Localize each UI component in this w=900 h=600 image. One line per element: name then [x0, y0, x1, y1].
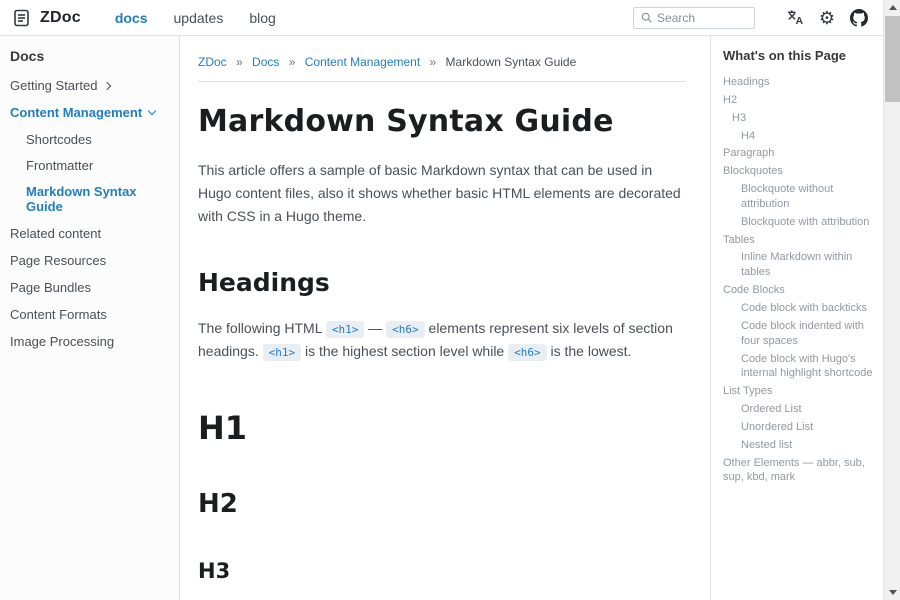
inline-code-h1: <h1> [263, 344, 302, 361]
breadcrumb-link-docs[interactable]: Docs [252, 55, 279, 69]
sidebar-item-frontmatter[interactable]: Frontmatter [26, 158, 169, 173]
topbar: ZDoc docs updates blog A ⚙ [0, 0, 883, 36]
page-layout: Docs Getting Started Content Management … [0, 36, 883, 600]
toc-item[interactable]: Blockquotes [723, 164, 875, 179]
toc-item[interactable]: Code block indented with four spaces [723, 319, 875, 349]
paragraph-text: — [364, 320, 386, 336]
toc-item[interactable]: Code Blocks [723, 283, 875, 298]
breadcrumb: ZDoc » Docs » Content Management » Markd… [198, 55, 686, 69]
toc-panel: What's on this Page Headings H2 H3 H4 Pa… [710, 36, 883, 600]
scrollbar[interactable] [883, 0, 900, 600]
breadcrumb-current: Markdown Syntax Guide [446, 55, 577, 69]
docs-sidebar: Docs Getting Started Content Management … [0, 36, 180, 600]
sidebar-list: Getting Started Content Management Short… [10, 78, 169, 349]
paragraph-text: is the highest section level while [301, 343, 508, 359]
translate-icon[interactable]: A [783, 6, 807, 30]
toc-item[interactable]: Paragraph [723, 146, 875, 161]
toc-item[interactable]: Blockquote with attribution [723, 215, 875, 230]
app-window: ZDoc docs updates blog A ⚙ [0, 0, 900, 600]
toc-item[interactable]: Other Elements — abbr, sub, sup, kbd, ma… [723, 456, 875, 486]
headings-section-title: Headings [198, 268, 686, 297]
inline-code-h1: <h1> [326, 321, 365, 338]
logo-icon[interactable] [12, 8, 32, 28]
page-title: Markdown Syntax Guide [198, 104, 686, 139]
brand-title[interactable]: ZDoc [40, 9, 81, 27]
chevron-down-icon [148, 107, 156, 115]
sidebar-item-content-management[interactable]: Content Management [10, 105, 169, 120]
breadcrumb-separator: » [236, 55, 243, 69]
paragraph-text: The following HTML [198, 320, 326, 336]
sidebar-item-shortcodes[interactable]: Shortcodes [26, 132, 169, 147]
headings-paragraph: The following HTML <h1> — <h6> elements … [198, 317, 686, 363]
sidebar-title: Docs [10, 48, 169, 64]
toc-title: What's on this Page [723, 48, 875, 63]
breadcrumb-separator: » [430, 55, 437, 69]
main-nav: docs updates blog [115, 10, 276, 26]
toc-item[interactable]: List Types [723, 384, 875, 399]
toc-item[interactable]: H2 [723, 93, 875, 108]
breadcrumb-link-zdoc[interactable]: ZDoc [198, 55, 227, 69]
scroll-up-arrow[interactable] [884, 0, 900, 15]
sidebar-item-content-formats[interactable]: Content Formats [10, 307, 169, 322]
search-icon [641, 11, 652, 24]
toc-list: Headings H2 H3 H4 Paragraph Blockquotes … [723, 75, 875, 485]
toc-item[interactable]: Code block with backticks [723, 301, 875, 316]
sidebar-item-markdown-syntax-guide[interactable]: Markdown Syntax Guide [26, 184, 169, 214]
breadcrumb-link-content-management[interactable]: Content Management [305, 55, 420, 69]
chevron-right-icon [103, 81, 111, 89]
svg-text:A: A [795, 16, 803, 27]
scrollbar-thumb[interactable] [885, 16, 900, 102]
heading-samples: H1 H2 H3 H4 H5 H6 [198, 409, 686, 600]
breadcrumb-separator: » [289, 55, 296, 69]
toc-item[interactable]: Blockquote without attribution [723, 182, 875, 212]
sidebar-item-page-bundles[interactable]: Page Bundles [10, 280, 169, 295]
github-icon[interactable] [847, 6, 871, 30]
toc-item[interactable]: Inline Markdown within tables [723, 250, 875, 280]
sidebar-item-related-content[interactable]: Related content [10, 226, 169, 241]
paragraph-text: is the lowest. [547, 343, 632, 359]
toc-item[interactable]: Tables [723, 233, 875, 248]
search-input[interactable] [657, 11, 747, 25]
nav-updates[interactable]: updates [174, 10, 224, 26]
toc-item[interactable]: Headings [723, 75, 875, 90]
toc-item[interactable]: H4 [723, 129, 875, 144]
main-content: ZDoc » Docs » Content Management » Markd… [180, 36, 710, 600]
demo-heading-h2: H2 [198, 489, 686, 519]
scroll-down-arrow[interactable] [884, 585, 900, 600]
demo-heading-h1: H1 [198, 409, 686, 447]
inline-code-h6: <h6> [508, 344, 547, 361]
sidebar-item-getting-started[interactable]: Getting Started [10, 78, 169, 93]
gear-icon[interactable]: ⚙ [815, 6, 839, 30]
sidebar-item-page-resources[interactable]: Page Resources [10, 253, 169, 268]
demo-heading-h3: H3 [198, 559, 686, 583]
toc-item[interactable]: Nested list [723, 438, 875, 453]
search-box[interactable] [633, 7, 755, 29]
intro-paragraph: This article offers a sample of basic Ma… [198, 159, 686, 228]
inline-code-h6: <h6> [386, 321, 425, 338]
nav-blog[interactable]: blog [249, 10, 275, 26]
toc-item[interactable]: Code block with Hugo's internal highligh… [723, 352, 875, 382]
nav-docs[interactable]: docs [115, 10, 148, 26]
toc-item[interactable]: H3 [723, 111, 875, 126]
sidebar-item-image-processing[interactable]: Image Processing [10, 334, 169, 349]
breadcrumb-divider [198, 81, 686, 82]
toc-item[interactable]: Ordered List [723, 402, 875, 417]
toc-item[interactable]: Unordered List [723, 420, 875, 435]
